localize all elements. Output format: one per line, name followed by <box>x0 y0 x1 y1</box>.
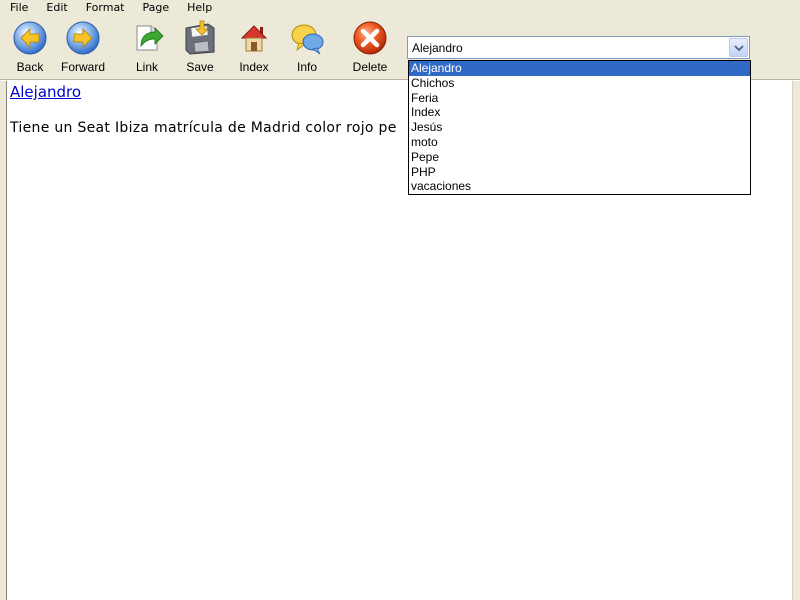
page-body-text: Tiene un Seat Ibiza matrícula de Madrid … <box>10 120 397 136</box>
menu-file[interactable]: File <box>0 2 36 14</box>
link-label: Link <box>135 60 158 74</box>
forward-button[interactable]: Forward <box>57 20 109 78</box>
page-select[interactable]: Alejandro <box>407 36 750 59</box>
dropdown-option-pepe[interactable]: Pepe <box>409 150 750 165</box>
dropdown-option-alejandro[interactable]: Alejandro <box>409 61 750 76</box>
info-label: Info <box>296 60 317 74</box>
dropdown-arrow-button[interactable] <box>729 38 748 57</box>
page-link-alejandro[interactable]: Alejandro <box>10 83 81 101</box>
back-button[interactable]: Back <box>4 20 56 78</box>
window-right-border <box>793 81 800 600</box>
page-select-dropdown: Alejandro Chichos Feria Index Jesús moto… <box>408 60 751 195</box>
forward-arrow-icon <box>66 21 100 55</box>
back-arrow-icon <box>13 21 47 55</box>
dropdown-option-chichos[interactable]: Chichos <box>409 76 750 91</box>
dropdown-option-jesus[interactable]: Jesús <box>409 120 750 135</box>
menu-page[interactable]: Page <box>133 2 178 14</box>
delete-label: Delete <box>352 60 388 74</box>
back-label: Back <box>16 60 44 74</box>
delete-button[interactable]: Delete <box>344 20 396 78</box>
delete-x-icon <box>353 21 387 55</box>
home-icon <box>240 25 268 52</box>
link-icon <box>136 25 164 51</box>
menu-help[interactable]: Help <box>177 2 220 14</box>
dropdown-option-vacaciones[interactable]: vacaciones <box>409 179 750 194</box>
dropdown-option-index[interactable]: Index <box>409 105 750 120</box>
menu-edit[interactable]: Edit <box>36 2 75 14</box>
info-chat-icon <box>291 24 324 55</box>
dropdown-option-feria[interactable]: Feria <box>409 91 750 106</box>
save-label: Save <box>186 60 214 74</box>
menu-bar: File Edit Format Page Help <box>0 0 800 14</box>
link-button[interactable]: Link <box>121 20 173 78</box>
index-button[interactable]: Index <box>228 20 280 78</box>
dropdown-option-moto[interactable]: moto <box>409 135 750 150</box>
page-select-value: Alejandro <box>412 41 463 55</box>
chevron-down-icon <box>733 44 744 51</box>
menu-format[interactable]: Format <box>76 2 133 14</box>
info-button[interactable]: Info <box>281 20 333 78</box>
save-floppy-icon <box>185 20 215 55</box>
dropdown-option-php[interactable]: PHP <box>409 165 750 180</box>
forward-label: Forward <box>60 60 105 74</box>
index-label: Index <box>239 60 269 74</box>
save-button[interactable]: Save <box>174 20 226 78</box>
